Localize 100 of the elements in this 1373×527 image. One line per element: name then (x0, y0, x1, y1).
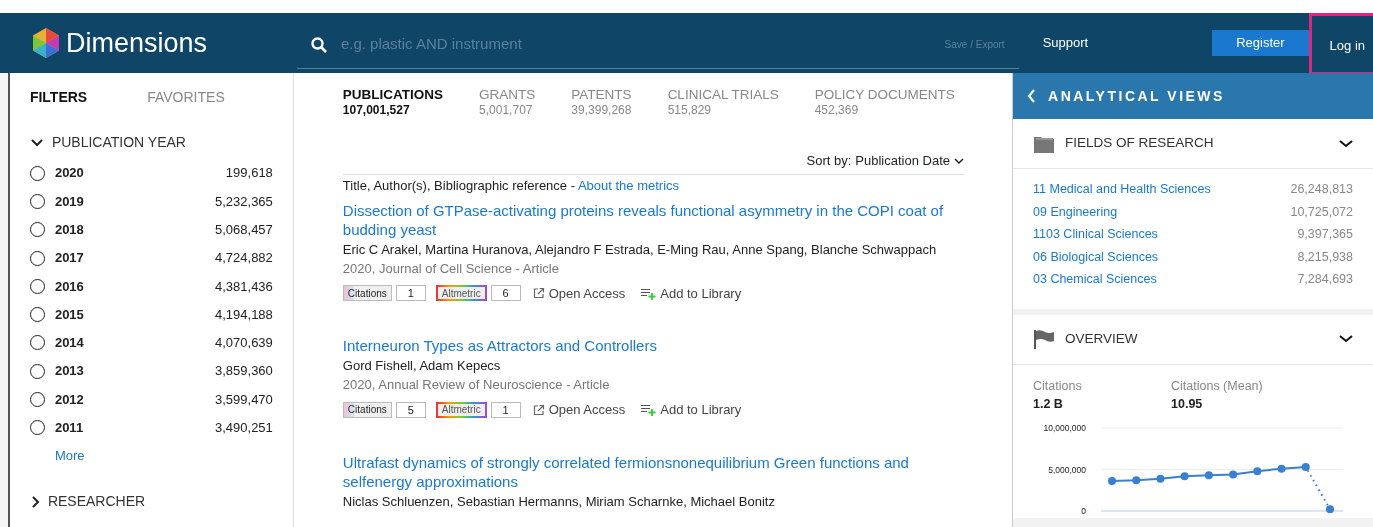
sidebar-tab[interactable]: FAVORITES (147, 87, 225, 108)
search-field[interactable]: e.g. plastic AND instrument (338, 32, 933, 57)
y-axis-label: 10,000,000 (1043, 423, 1086, 433)
add-to-library-link[interactable]: Add to Library (641, 400, 742, 420)
chevron-down-icon[interactable] (1339, 138, 1353, 149)
year-count: 4,070,639 (215, 334, 273, 353)
section-title: OVERVIEW (1065, 329, 1139, 348)
citations-count: 1 (395, 285, 426, 302)
data-point (1229, 470, 1238, 479)
altmetric-badge[interactable]: Altmetric (435, 285, 487, 302)
year-count: 3,859,360 (215, 362, 273, 381)
altmetric-score: 1 (490, 401, 521, 418)
result-authors: Niclas Schluenzen, Sebastian Hermanns, Miriam Scharnke, Michael Bonitz (342, 492, 776, 511)
result-type-tab[interactable]: CLINICAL TRIALS 515,829 (667, 87, 779, 118)
data-point (1156, 474, 1165, 483)
result-title-link[interactable]: Interneuron Types as Attractors and Controllers (342, 336, 964, 356)
sidebar-tab[interactable]: FILTERS (29, 87, 88, 108)
year-label: 2011 (54, 419, 84, 438)
data-point (1253, 467, 1262, 476)
facet-title[interactable]: PUBLICATION YEAR (51, 132, 186, 153)
data-point (1132, 476, 1141, 485)
chevron-right-icon[interactable] (29, 495, 40, 508)
result-type-tab[interactable]: GRANTS 5,001,707 (479, 87, 536, 118)
chevron-down-icon[interactable] (1339, 334, 1353, 344)
external-link-icon (532, 287, 545, 300)
open-access-link[interactable]: Open Access (532, 400, 626, 420)
year-count: 4,381,436 (215, 277, 273, 296)
field-link[interactable]: 06 Biological Sciences (1033, 247, 1159, 270)
section-title: FIELDS OF RESEARCH (1065, 134, 1215, 153)
stat-label: Citations (Mean) (1171, 377, 1263, 395)
year-label: 2013 (54, 362, 84, 381)
register-button[interactable]: Register (1212, 30, 1309, 56)
result-authors: Gord Fishell, Adam Kepecs (342, 357, 502, 376)
more-link[interactable]: More (54, 445, 85, 466)
field-link[interactable]: 03 Chemical Sciences (1033, 270, 1157, 293)
year-count: 4,194,188 (215, 305, 273, 324)
citations-count: 5 (395, 401, 426, 418)
field-count: 9,397,365 (1297, 226, 1353, 243)
flag-icon (1033, 328, 1055, 350)
back-chevron-icon[interactable] (1027, 89, 1036, 103)
result-title-link[interactable]: Ultrafast dynamics of strongly correlated fermionsnonequilibrium Green functions and selfenergy approximations (342, 452, 964, 491)
add-list-icon (641, 286, 657, 300)
year-label: 2016 (54, 277, 84, 296)
add-to-library-link[interactable]: Add to Library (641, 283, 742, 304)
search-icon[interactable] (310, 36, 327, 53)
year-label: 2014 (54, 334, 84, 353)
result-source: 2020, Annual Review of Neuroscience - Article (342, 376, 611, 395)
data-point (1277, 464, 1286, 473)
data-point (1301, 463, 1310, 471)
save-export-link[interactable]: Save / Export (944, 37, 1005, 52)
year-count: 3,490,251 (215, 419, 273, 438)
result-authors: Eric C Arakel, Martina Huranova, Alejandro F Estrada, E-Ming Rau, Anne Spang, Blanche Schwappach (342, 240, 938, 259)
year-label: 2012 (54, 390, 84, 409)
field-link[interactable]: 09 Engineering (1033, 202, 1118, 225)
support-link[interactable]: Support (1042, 33, 1089, 53)
analytics-title: ANALYTICAL VIEWS (1048, 86, 1225, 106)
list-header: Title, Author(s), Bibliographic reference - About the metrics (342, 176, 681, 195)
field-count: 7,284,693 (1297, 271, 1353, 288)
external-link-icon (532, 403, 545, 416)
year-label: 2018 (54, 221, 84, 239)
chevron-down-icon[interactable] (29, 136, 44, 149)
data-point (1108, 477, 1116, 486)
caret-icon (954, 156, 964, 165)
data-point (1180, 472, 1189, 481)
year-count: 5,068,457 (215, 221, 273, 239)
y-axis-label: 0 (1081, 506, 1086, 516)
field-count: 10,725,072 (1290, 203, 1353, 221)
facet-title[interactable]: RESEARCHER (47, 491, 146, 513)
year-label: 2020 (54, 164, 84, 183)
result-type-tab[interactable]: POLICY DOCUMENTS 452,369 (814, 87, 955, 118)
citations-badge[interactable]: Citations (342, 401, 392, 418)
year-count: 4,724,882 (215, 249, 273, 268)
result-type-tab[interactable]: PATENTS 39,399,268 (571, 87, 632, 118)
field-link[interactable]: 1103 Clinical Sciences (1033, 225, 1158, 248)
result-type-tab[interactable]: PUBLICATIONS 107,001,527 (342, 87, 444, 118)
stat-label: Citations (1033, 377, 1083, 395)
y-axis-label: 5,000,000 (1048, 464, 1086, 475)
field-count: 8,215,938 (1297, 248, 1353, 266)
field-link[interactable]: 11 Medical and Health Sciences (1033, 180, 1211, 203)
stat-value: 10.95 (1171, 396, 1204, 414)
sort-dropdown[interactable]: Publication Date (855, 151, 964, 170)
result-title-link[interactable]: Dissection of GTPase-activating proteins reveals functional asymmetry in the COPI coat of budding yeast (342, 200, 964, 239)
year-label: 2017 (54, 249, 84, 268)
citations-badge[interactable]: Citations (342, 285, 392, 302)
altmetric-badge[interactable]: Altmetric (435, 401, 487, 418)
year-count: 5,232,365 (215, 192, 273, 211)
year-count: 199,618 (225, 164, 273, 183)
sort-label: Sort by: (806, 151, 852, 170)
year-label: 2019 (54, 192, 84, 211)
open-access-link[interactable]: Open Access (532, 283, 626, 304)
altmetric-score: 6 (490, 285, 521, 302)
data-point (1326, 505, 1334, 514)
field-count: 26,248,813 (1290, 181, 1353, 198)
stat-value: 1.2 B (1033, 396, 1064, 414)
result-source: 2020, Journal of Cell Science - Article (342, 259, 560, 278)
add-list-icon (641, 403, 657, 417)
about-metrics-link[interactable]: About the metrics (577, 177, 680, 193)
year-count: 3,599,470 (215, 390, 273, 409)
logo-text: Dimensions (66, 26, 208, 60)
logo-icon (30, 27, 62, 59)
